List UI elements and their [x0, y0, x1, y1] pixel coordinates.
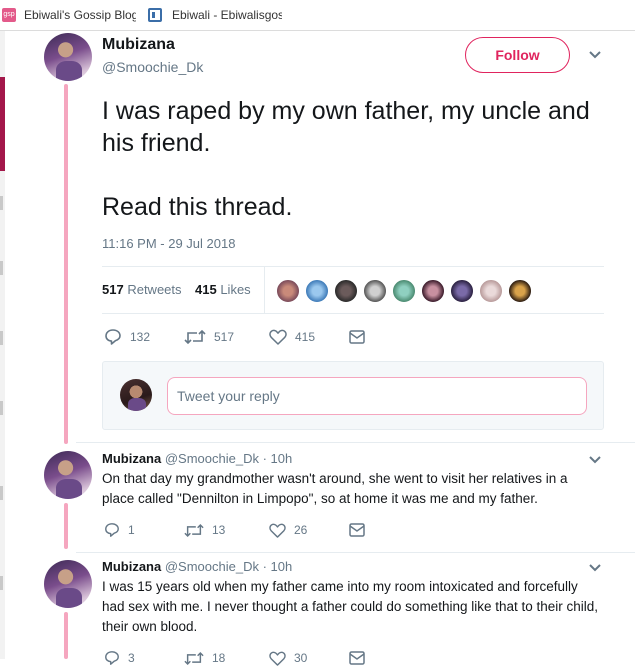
reply-text: On that day my grandmother wasn't around…	[102, 471, 568, 506]
background-mark	[0, 261, 3, 275]
likes-count: 415	[195, 282, 217, 297]
direct-message-action[interactable]	[349, 651, 365, 665]
liker-avatar[interactable]	[363, 279, 387, 303]
liker-avatar[interactable]	[305, 279, 329, 303]
reply-compose-box: Tweet your reply	[102, 361, 604, 430]
author-avatar[interactable]	[44, 33, 92, 81]
reply-input[interactable]: Tweet your reply	[167, 377, 587, 415]
direct-message-action[interactable]	[349, 523, 365, 537]
reply-icon	[105, 651, 119, 665]
like-count: 26	[294, 523, 308, 537]
page-icon	[148, 8, 162, 22]
reply-icon	[105, 329, 121, 345]
reply-icon	[105, 523, 119, 537]
liker-avatar[interactable]	[421, 279, 445, 303]
stats-divider	[264, 267, 265, 314]
like-action[interactable]: 26	[269, 523, 349, 538]
liker-avatar[interactable]	[276, 279, 300, 303]
liker-avatar[interactable]	[392, 279, 416, 303]
chevron-down-icon[interactable]	[589, 564, 601, 576]
retweet-action[interactable]: 13	[184, 523, 269, 538]
envelope-icon	[349, 523, 365, 537]
reply-actions: 3 18 30	[104, 650, 365, 666]
reply-author-handle[interactable]: @Smoochie_Dk · 10h	[165, 559, 292, 574]
background-page-strip	[0, 31, 5, 659]
tweet-actions: 132 517 415	[104, 328, 365, 346]
follow-button[interactable]: Follow	[465, 37, 570, 73]
background-mark	[0, 196, 3, 210]
retweet-action[interactable]: 517	[184, 329, 269, 345]
retweets-stat[interactable]: 517 Retweets	[102, 282, 182, 297]
heart-icon	[269, 523, 286, 538]
likes-stat[interactable]: 415 Likes	[195, 282, 251, 297]
like-count: 415	[295, 330, 316, 344]
reply-header: Mubizana @Smoochie_Dk · 10h	[102, 559, 292, 574]
reply-action[interactable]: 3	[104, 650, 184, 666]
liker-avatar[interactable]	[479, 279, 503, 303]
reply-header: Mubizana @Smoochie_Dk · 10h	[102, 451, 292, 466]
reply-action[interactable]: 1	[104, 522, 184, 538]
tweet-timestamp[interactable]: 11:16 PM - 29 Jul 2018	[102, 236, 235, 251]
retweet-icon	[184, 329, 206, 345]
likes-label: Likes	[220, 282, 251, 297]
bookmark-label: Ebiwali's Gossip Blog	[24, 8, 136, 22]
heart-icon	[269, 651, 286, 666]
heart-icon	[269, 329, 287, 345]
retweet-count: 13	[212, 523, 226, 537]
envelope-icon	[349, 330, 365, 344]
liker-avatar[interactable]	[450, 279, 474, 303]
retweet-icon	[184, 651, 204, 665]
gossip-blog-favicon-icon: gsp	[2, 8, 16, 22]
reply-author-name[interactable]: Mubizana	[102, 559, 161, 574]
retweet-icon	[184, 523, 204, 537]
retweets-count: 517	[102, 282, 124, 297]
reply-count: 3	[128, 651, 135, 665]
tweet-text: I was raped by my own father, my uncle a…	[102, 97, 590, 221]
reply-action[interactable]: 132	[104, 328, 184, 346]
reply-author-avatar[interactable]	[44, 560, 92, 608]
thread-line	[64, 503, 68, 549]
background-mark	[0, 576, 3, 590]
separator	[76, 552, 635, 553]
background-mark	[0, 401, 3, 415]
reply-actions: 1 13 26	[104, 522, 365, 538]
reply-count: 1	[128, 523, 135, 537]
background-accent	[0, 77, 5, 171]
reply-count: 132	[130, 330, 151, 344]
reply-author-avatar[interactable]	[44, 451, 92, 499]
likers-avatars	[276, 279, 537, 303]
author-handle[interactable]: @Smoochie_Dk	[102, 59, 203, 75]
background-mark	[0, 486, 3, 500]
bookmark-gossip-blog[interactable]: gsp Ebiwali's Gossip Blog	[0, 0, 136, 31]
bookmark-label: Ebiwali - Ebiwalisgos	[172, 8, 282, 22]
background-mark	[0, 331, 3, 345]
separator	[76, 442, 635, 443]
direct-message-action[interactable]	[349, 330, 365, 344]
retweet-count: 517	[214, 330, 235, 344]
like-action[interactable]: 30	[269, 651, 349, 666]
bookmarks-bar: gsp Ebiwali's Gossip Blog Ebiwali - Ebiw…	[0, 0, 635, 31]
chevron-down-icon[interactable]	[589, 456, 601, 468]
like-count: 30	[294, 651, 308, 665]
tweet-stats: 517 Retweets 415 Likes	[102, 266, 604, 314]
user-avatar[interactable]	[120, 379, 152, 411]
author-name[interactable]: Mubizana	[102, 36, 175, 54]
chevron-down-icon[interactable]	[589, 51, 601, 63]
retweets-label: Retweets	[127, 282, 182, 297]
thread-line	[64, 612, 68, 659]
reply-author-handle[interactable]: @Smoochie_Dk · 10h	[165, 451, 292, 466]
reply-text: I was 15 years old when my father came i…	[102, 579, 599, 634]
liker-avatar[interactable]	[508, 279, 532, 303]
like-action[interactable]: 415	[269, 329, 349, 345]
retweet-count: 18	[212, 651, 226, 665]
liker-avatar[interactable]	[334, 279, 358, 303]
envelope-icon	[349, 651, 365, 665]
reply-author-name[interactable]: Mubizana	[102, 451, 161, 466]
retweet-action[interactable]: 18	[184, 651, 269, 666]
bookmark-ebiwali[interactable]: Ebiwali - Ebiwalisgos	[148, 0, 282, 31]
thread-line	[64, 84, 68, 444]
